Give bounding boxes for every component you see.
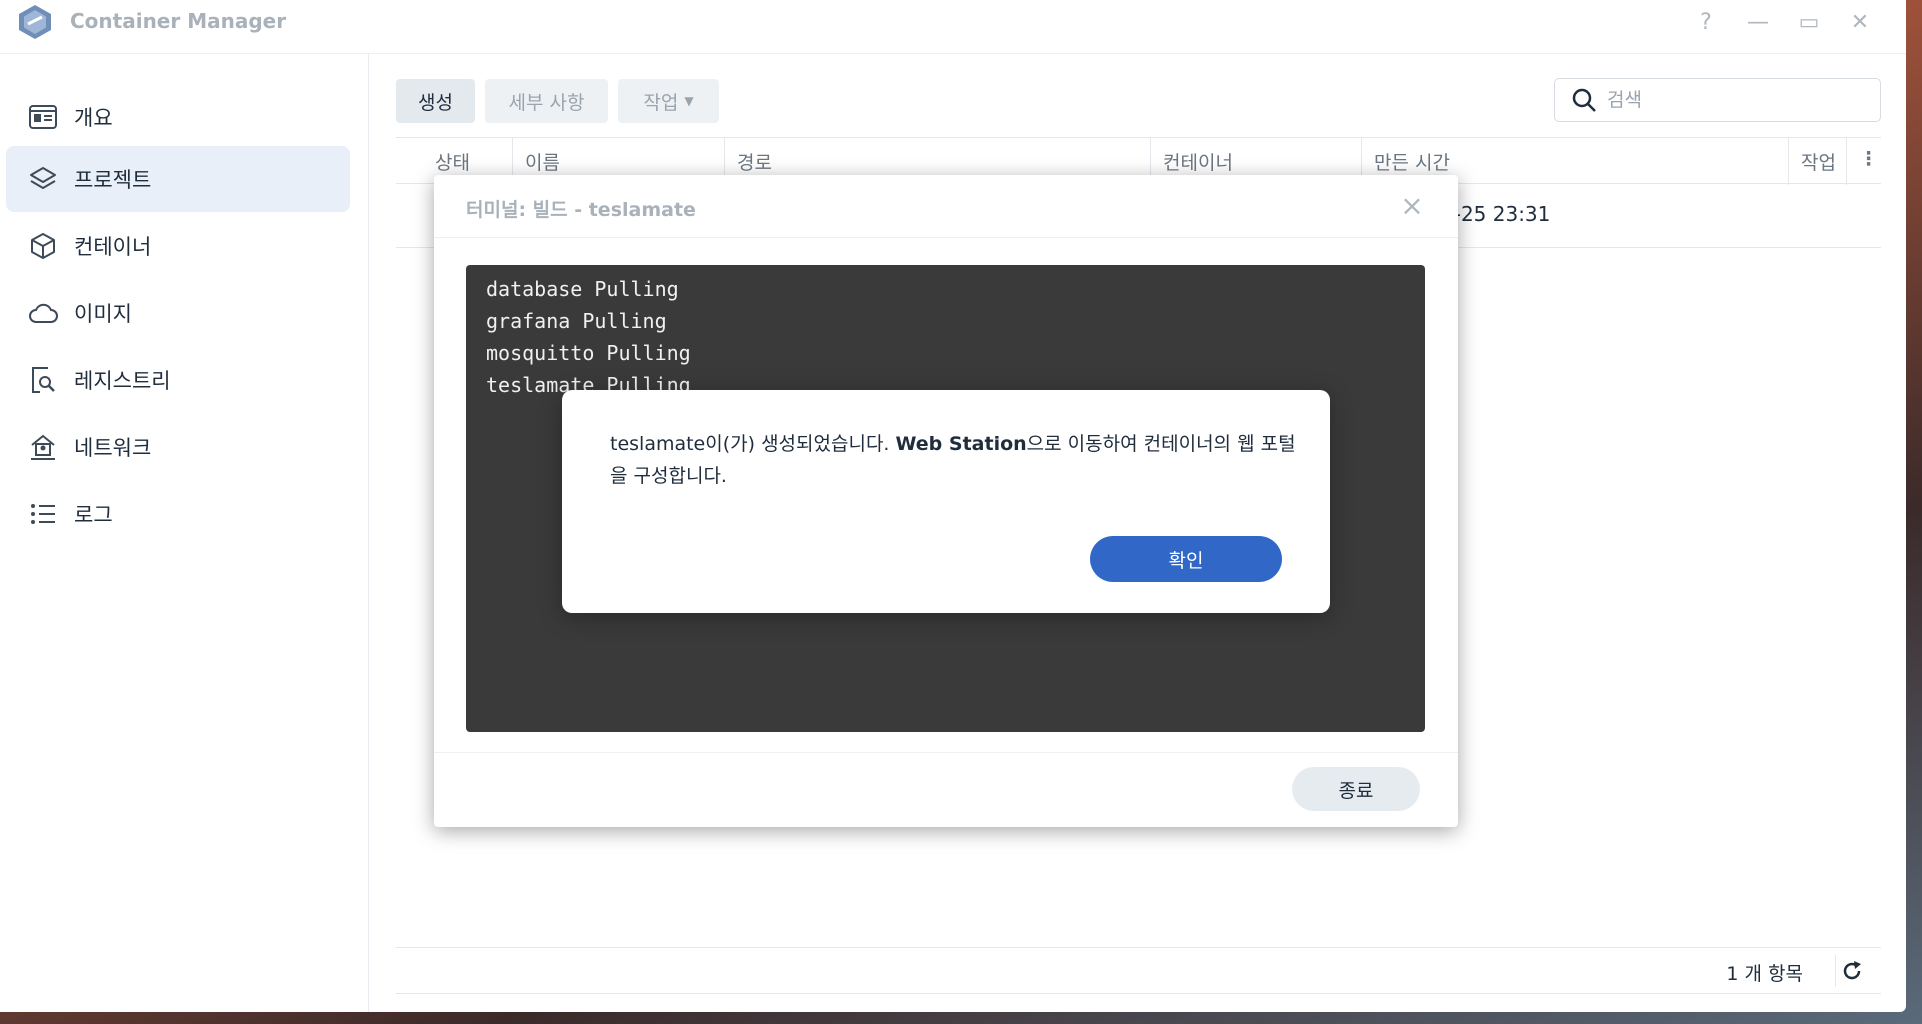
- help-icon[interactable]: ?: [1690, 6, 1722, 38]
- sidebar-item-label: 개요: [74, 106, 113, 130]
- column-header-name[interactable]: 이름: [525, 148, 560, 175]
- maximize-icon[interactable]: ▭: [1793, 6, 1825, 38]
- action-dropdown-button[interactable]: 작업 ▼: [618, 79, 719, 123]
- cube-icon: [28, 231, 58, 261]
- sidebar-item-image[interactable]: 이미지: [6, 280, 350, 346]
- column-header-status[interactable]: 상태: [435, 148, 470, 175]
- terminal-line: database Pulling: [486, 277, 679, 301]
- alert-message-part1: teslamate이(가) 생성되었습니다.: [610, 433, 896, 455]
- window-close-icon[interactable]: ✕: [1844, 6, 1876, 38]
- sidebar-item-network[interactable]: 네트워크: [6, 414, 350, 480]
- sidebar-item-label: 이미지: [74, 302, 132, 326]
- column-divider: [1788, 138, 1789, 185]
- alert-message: teslamate이(가) 생성되었습니다. Web Station으로 이동하…: [610, 428, 1300, 492]
- dialog-title: 터미널: 빌드 - teslamate: [466, 199, 696, 221]
- overview-icon: [28, 102, 58, 132]
- terminal-line: mosquitto Pulling: [486, 341, 691, 365]
- terminal-line: grafana Pulling: [486, 309, 667, 333]
- minimize-icon[interactable]: —: [1742, 6, 1774, 38]
- sidebar-item-registry[interactable]: 레지스트리: [6, 347, 350, 413]
- sidebar-item-container[interactable]: 컨테이너: [6, 213, 350, 279]
- create-button[interactable]: 생성: [396, 79, 475, 123]
- sidebar-item-label: 레지스트리: [74, 369, 171, 393]
- sidebar: 개요 프로젝트 컨테이너 이미지 레지스트리 네트워크 로그: [0, 54, 369, 1012]
- search-input[interactable]: [1607, 89, 1867, 111]
- cloud-icon: [28, 298, 58, 328]
- divider: [434, 237, 1458, 238]
- sidebar-item-label: 로그: [74, 503, 113, 527]
- action-button-label: 작업: [643, 91, 679, 114]
- divider: [434, 752, 1458, 753]
- ok-button[interactable]: 확인: [1090, 536, 1282, 582]
- column-menu-icon[interactable]: ⋮: [1859, 148, 1878, 170]
- search-box[interactable]: [1554, 78, 1881, 122]
- column-divider: [1846, 138, 1847, 185]
- close-button[interactable]: 종료: [1292, 767, 1420, 811]
- sidebar-item-log[interactable]: 로그: [6, 481, 350, 547]
- item-count: 1 개 항목: [1726, 963, 1803, 985]
- sidebar-item-label: 네트워크: [74, 436, 152, 460]
- title-bar: Container Manager ? — ▭ ✕: [0, 0, 1906, 54]
- list-icon: [28, 499, 58, 529]
- refresh-icon: [1843, 961, 1861, 980]
- details-button[interactable]: 세부 사항: [485, 79, 608, 123]
- web-station-link-text: Web Station: [895, 433, 1027, 455]
- container-manager-logo-icon: [19, 5, 51, 39]
- sidebar-item-label: 컨테이너: [74, 235, 152, 259]
- app-title: Container Manager: [70, 9, 287, 33]
- caret-down-icon: ▼: [684, 94, 694, 108]
- refresh-button[interactable]: [1835, 955, 1867, 987]
- column-header-container[interactable]: 컨테이너: [1163, 148, 1233, 175]
- table-footer: 1 개 항목: [396, 947, 1881, 994]
- sidebar-item-overview[interactable]: 개요: [6, 84, 350, 150]
- sidebar-item-project[interactable]: 프로젝트: [6, 146, 350, 212]
- registry-search-icon: [28, 365, 58, 395]
- sidebar-item-label: 프로젝트: [74, 168, 152, 192]
- search-icon: [1572, 88, 1596, 112]
- column-header-created[interactable]: 만든 시간: [1374, 148, 1450, 175]
- layers-icon: [28, 164, 58, 194]
- network-house-icon: [28, 432, 58, 462]
- column-header-action[interactable]: 작업: [1801, 148, 1836, 175]
- dialog-close-icon[interactable]: ×: [1396, 189, 1428, 222]
- column-header-path[interactable]: 경로: [737, 148, 772, 175]
- success-alert: teslamate이(가) 생성되었습니다. Web Station으로 이동하…: [562, 390, 1330, 613]
